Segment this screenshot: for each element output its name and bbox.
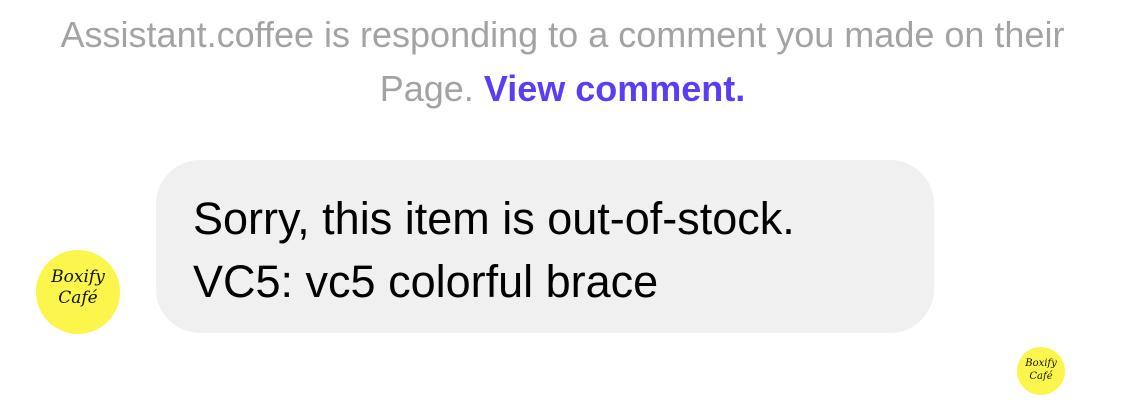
view-comment-link[interactable]: View comment. [484, 68, 745, 109]
sender-avatar[interactable]: Boxify Café [36, 250, 120, 334]
avatar-logo-line2: Café [58, 288, 98, 308]
read-receipt-logo-line2: Café [1029, 371, 1053, 382]
message-line-2: VC5: vc5 colorful brace [193, 256, 659, 307]
read-receipt-logo-line1: Boxify [1025, 358, 1057, 369]
page-comment-notice: Assistant.coffee is responding to a comm… [40, 8, 1085, 116]
avatar-logo-line1: Boxify [51, 267, 105, 287]
message-line-1: Sorry, this item is out-of-stock. [193, 193, 795, 244]
read-receipt-avatar: Boxify Café [1017, 347, 1065, 395]
message-bubble[interactable]: Sorry, this item is out-of-stock. VC5: v… [156, 160, 934, 333]
